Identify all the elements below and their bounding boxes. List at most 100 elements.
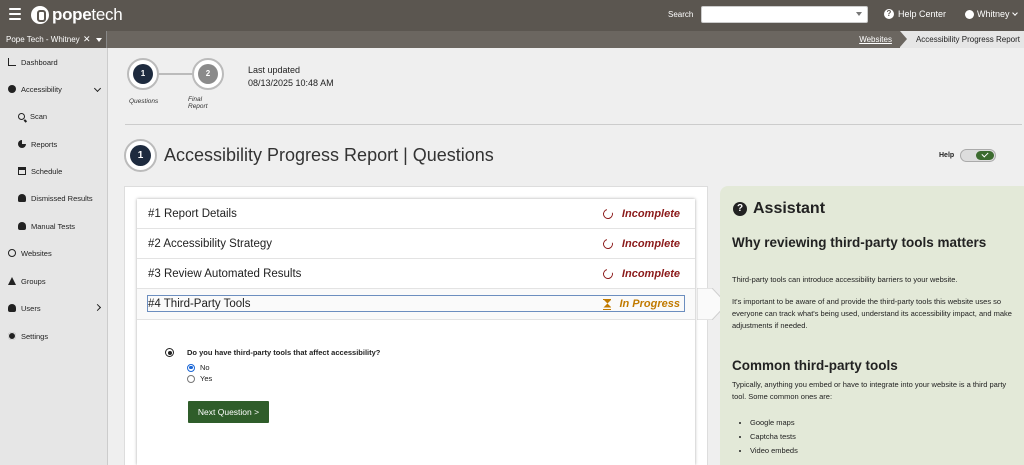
chevron-down-icon: [1011, 10, 1018, 16]
status-badge: Incomplete: [601, 237, 680, 251]
question-item-accessibility-strategy[interactable]: #2 Accessibility Strategy Incomplete: [137, 229, 695, 259]
radio-yes[interactable]: [187, 374, 195, 383]
assistant-heading-why: Why reviewing third-party tools matters: [732, 235, 987, 250]
question-circle-icon: ?: [884, 9, 894, 19]
assistant-panel: ? Assistant Why reviewing third-party to…: [720, 186, 1024, 465]
user-icon: [8, 304, 16, 312]
question-bullet-icon: [165, 348, 174, 357]
sidebar-item-scan[interactable]: Scan: [0, 106, 108, 126]
assistant-title: Assistant: [753, 200, 826, 217]
clear-organization-icon[interactable]: ✕: [83, 34, 91, 45]
assistant-paragraph-1: Third-party tools can introduce accessib…: [732, 275, 958, 284]
question-item-report-details[interactable]: #1 Report Details Incomplete: [137, 199, 695, 229]
status-badge: In Progress: [603, 298, 680, 310]
step-number: 2: [198, 64, 218, 84]
sidebar-item-label: Dashboard: [21, 57, 58, 67]
calendar-icon: [18, 167, 26, 175]
question-text: Do you have third-party tools that affec…: [187, 348, 381, 357]
option-label: Yes: [200, 374, 213, 383]
assistant-paragraph-3: Typically, anything you embed or have to…: [732, 380, 1007, 401]
hourglass-icon: [603, 298, 612, 310]
pie-chart-icon: [18, 140, 26, 148]
sidebar-item-reports[interactable]: Reports: [0, 134, 108, 154]
question-list: #1 Report Details Incomplete #2 Accessib…: [137, 199, 695, 465]
assistant-header: ? Assistant: [733, 200, 825, 218]
step-number: 1: [133, 64, 153, 84]
dashboard-icon: [8, 58, 16, 66]
page-title: Accessibility Progress Report | Question…: [164, 145, 494, 165]
title-step-number: 1: [130, 145, 151, 166]
breadcrumb-current: Accessibility Progress Report: [899, 31, 1024, 48]
help-toggle-label: Help: [939, 152, 955, 159]
question-item-review-automated-results[interactable]: #3 Review Automated Results Incomplete: [137, 259, 695, 289]
status-text: Incomplete: [621, 238, 680, 250]
sidebar-item-dismissed-results[interactable]: Dismissed Results: [0, 188, 108, 208]
question-label: #3 Review Automated Results: [148, 268, 302, 280]
organization-select[interactable]: Pope Tech - Whitney ✕: [0, 31, 107, 48]
user-circle-icon: [965, 9, 974, 19]
sidebar-item-label: Schedule: [31, 166, 63, 176]
page-header: 1 Accessibility Progress Report | Questi…: [124, 139, 494, 172]
last-updated-value: 08/13/2025 10:48 AM: [248, 78, 334, 88]
incomplete-icon: [601, 237, 615, 251]
sidebar-item-manual-tests[interactable]: Manual Tests: [0, 216, 108, 236]
popetech-logo[interactable]: popetech: [31, 5, 123, 25]
breadcrumb-websites[interactable]: Websites: [851, 35, 900, 44]
sidebar-item-label: Manual Tests: [31, 221, 76, 231]
list-item: Video embeds: [750, 444, 798, 458]
title-step-badge: 1: [124, 139, 157, 172]
assistant-tool-list: Google maps Captcha tests Video embeds: [750, 416, 798, 458]
assistant-paragraph-2: It's important to be aware of and provid…: [732, 297, 1012, 330]
status-text: Incomplete: [621, 268, 680, 280]
gear-icon: [8, 332, 16, 340]
help-toggle[interactable]: [960, 149, 996, 162]
organization-caret-icon[interactable]: [96, 38, 102, 42]
sidebar-item-label: Dismissed Results: [31, 193, 93, 203]
organization-name: Pope Tech - Whitney: [6, 35, 80, 44]
status-text: In Progress: [619, 298, 680, 310]
step-final-report[interactable]: 2: [192, 58, 224, 90]
question-item-third-party-tools[interactable]: #4 Third-Party Tools In Progress: [137, 289, 695, 320]
sidebar-item-label: Groups: [21, 276, 46, 286]
hamburger-menu-icon[interactable]: [9, 8, 21, 20]
sidebar-item-dashboard[interactable]: Dashboard: [0, 52, 108, 72]
incomplete-icon: [601, 207, 615, 221]
sidebar-item-label: Scan: [30, 111, 48, 121]
sidebar-item-groups[interactable]: Groups: [0, 271, 108, 291]
sidebar-item-schedule[interactable]: Schedule: [0, 161, 108, 181]
search-label: Search: [668, 10, 694, 19]
help-center-link[interactable]: ? Help Center: [884, 9, 946, 19]
search-icon: [18, 112, 25, 120]
option-yes[interactable]: Yes: [187, 374, 212, 383]
option-label: No: [200, 363, 210, 372]
sidebar-item-settings[interactable]: Settings: [0, 326, 108, 346]
list-item: Captcha tests: [750, 430, 798, 444]
search-dropdown-caret-icon[interactable]: [856, 12, 862, 16]
sidebar-item-label: Websites: [21, 248, 52, 258]
status-text: Incomplete: [621, 208, 680, 220]
step-label-final-report: Final Report: [188, 96, 208, 110]
user-menu[interactable]: Whitney: [965, 9, 1018, 19]
question-label: #1 Report Details: [148, 208, 237, 220]
sidebar-item-label: Users: [21, 303, 41, 313]
sidebar-item-accessibility[interactable]: Accessibility: [0, 79, 108, 99]
sidebar: Dashboard Accessibility Scan Reports Sch…: [0, 48, 108, 465]
sub-navbar: Pope Tech - Whitney ✕ Websites Accessibi…: [0, 31, 1024, 48]
list-item: Google maps: [750, 416, 798, 430]
breadcrumb: Websites Accessibility Progress Report: [851, 31, 1024, 48]
sidebar-item-label: Accessibility: [21, 84, 62, 94]
step-questions[interactable]: 1: [127, 58, 159, 90]
bell-slash-icon: [18, 194, 26, 202]
radio-no[interactable]: [187, 363, 195, 372]
logo-text-bold: pope: [52, 5, 92, 24]
top-navbar: popetech Search ? Help Center Whitney: [0, 0, 1024, 31]
next-question-button[interactable]: Next Question >: [188, 401, 269, 423]
chevron-down-icon: [93, 84, 102, 93]
search-input[interactable]: [701, 6, 868, 23]
accessibility-icon: [8, 85, 16, 93]
sidebar-item-websites[interactable]: Websites: [0, 243, 108, 263]
divider: [125, 124, 1022, 125]
sidebar-item-users[interactable]: Users: [0, 298, 108, 318]
option-no[interactable]: No: [187, 363, 210, 372]
question-circle-icon: ?: [733, 202, 747, 216]
